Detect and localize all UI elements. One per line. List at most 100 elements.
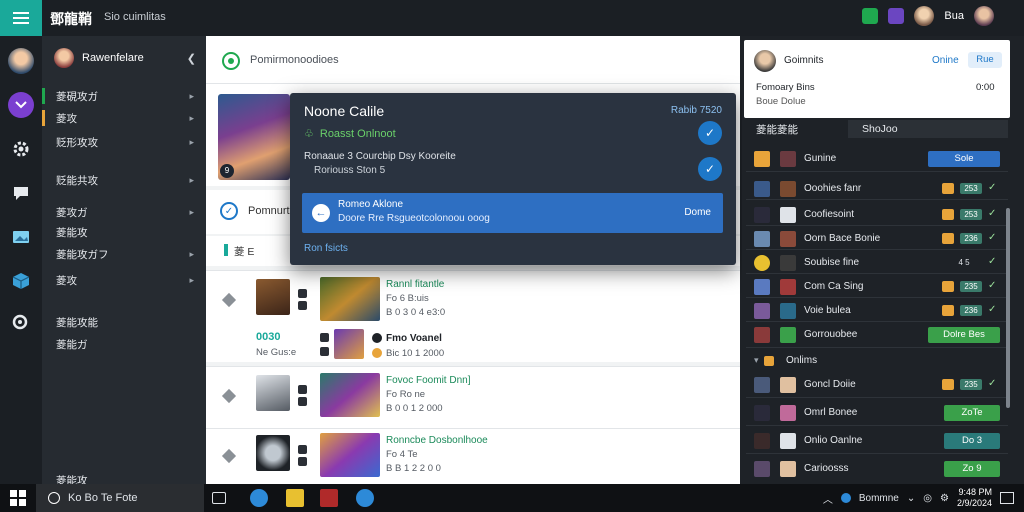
friend-row[interactable]: Carioosss Zo 9: [746, 456, 1008, 482]
top-right-actions: Bua: [862, 6, 994, 26]
whatsapp-icon[interactable]: ◎: [923, 493, 932, 504]
row-image: [320, 277, 380, 321]
section-header[interactable]: ▾ Onlims: [746, 350, 1008, 372]
friend-row[interactable]: Onlio Oanlne Do 3: [746, 428, 1008, 454]
sidebar-item-label: 菱攻ガ: [56, 206, 88, 219]
card-sub[interactable]: Boue Dolue: [756, 96, 806, 107]
sidebar-item-10[interactable]: 菱能ガ: [42, 334, 206, 354]
sidebar-item-label: 菱硯攻ガ: [56, 90, 98, 103]
sidebar-item-label: 菱能ガ: [56, 338, 88, 351]
user-name[interactable]: Bua: [944, 10, 964, 22]
tab-friends[interactable]: 菱能菱能: [756, 122, 798, 137]
game-icon[interactable]: [862, 8, 879, 24]
row-small-icon: [298, 397, 307, 406]
friend-avatar: [754, 405, 770, 421]
chevron-right-icon: ▸: [189, 274, 194, 285]
confirm-check-button[interactable]: ✓: [698, 157, 722, 181]
friend-row[interactable]: Coofiesoint 253 ✓: [746, 204, 1008, 226]
profile-avatar[interactable]: [974, 6, 994, 26]
user-avatar[interactable]: [914, 6, 935, 26]
popup-footer[interactable]: Ron fsicts: [304, 243, 348, 254]
network-icon[interactable]: [840, 493, 851, 503]
panel-scrollbar[interactable]: [1006, 208, 1010, 408]
search-icon[interactable]: [8, 310, 34, 336]
sidebar-item-9[interactable]: 菱能攻能: [42, 312, 206, 332]
friend-name: Ooohies fanr: [804, 183, 862, 194]
friend-avatar: [780, 207, 796, 223]
list-item[interactable]: Fovoc Foomit Dnn] Fo Ro ne B 0 0 1 2 000: [206, 366, 740, 428]
rail-chevron-icon[interactable]: [8, 92, 34, 118]
search-placeholder: Ko Bo Te Fote: [68, 492, 138, 504]
sidebar-item-7[interactable]: 菱能攻ガフ ▸: [42, 244, 206, 264]
sidebar-item-2[interactable]: 菱攻 ▸: [42, 108, 206, 128]
app-subtitle: Sio cuimlitas: [104, 11, 166, 23]
friend-avatar: [754, 327, 770, 343]
friend-row[interactable]: Goncl Doiie 235 ✓: [746, 372, 1008, 398]
friend-row[interactable]: Voie bulea 236 ✓: [746, 300, 1008, 322]
rail-avatar[interactable]: [8, 48, 34, 74]
friend-action-button[interactable]: Dolre Bes: [928, 327, 1000, 343]
sidebar-item-1[interactable]: 菱硯攻ガ ▸: [42, 86, 206, 106]
taskbar-search[interactable]: Ko Bo Te Fote: [36, 484, 204, 512]
sidebar-profile[interactable]: Rawenfelare: [54, 48, 144, 68]
friend-row[interactable]: Gunine Sole: [746, 148, 1008, 172]
friend-row[interactable]: Omrl Bonee ZoTe: [746, 400, 1008, 426]
main-header-text: Pomirmonoodioes: [250, 54, 339, 66]
chat-icon[interactable]: [8, 180, 34, 206]
card-button[interactable]: Rue: [968, 52, 1002, 68]
list-item[interactable]: Ronncbe Dosbonlhooe Fo 4 Te B B 1 2 2 0 …: [206, 428, 740, 484]
collapse-icon[interactable]: ❮: [187, 52, 196, 65]
box-icon[interactable]: [8, 268, 34, 294]
row-coin-icon: [372, 348, 382, 358]
friend-tag: 236: [960, 305, 982, 316]
gold-icon: [942, 183, 954, 194]
chevron-right-icon: ▸: [189, 90, 194, 101]
friend-row[interactable]: Com Ca Sing 235 ✓: [746, 276, 1008, 298]
file-explorer-icon[interactable]: [286, 489, 304, 507]
tab-shop[interactable]: ShoJoo: [848, 120, 1008, 138]
settings-icon[interactable]: ⚙: [940, 493, 949, 504]
settings-gear-icon[interactable]: [8, 136, 34, 162]
sidebar-item-6[interactable]: 菱能攻: [42, 222, 206, 242]
game-app-icon[interactable]: [320, 489, 338, 507]
gold-icon: [942, 233, 954, 244]
friend-row[interactable]: Soubise fine 4 5 ✓: [746, 252, 1008, 274]
notification-icon[interactable]: [1000, 492, 1014, 504]
accept-check-button[interactable]: ✓: [698, 121, 722, 145]
friend-row[interactable]: Gorrouobee Dolre Bes: [746, 324, 1008, 348]
tab-label[interactable]: 菱 E: [234, 244, 254, 259]
popup-tag: Rabib 7520: [670, 105, 722, 116]
card-status: Onine: [932, 55, 959, 66]
row-small-icon: [298, 289, 307, 298]
sidebar-item-8[interactable]: 菱攻 ▸: [42, 270, 206, 290]
card-avatar[interactable]: [754, 50, 776, 72]
row-title: Fovoc Foomit Dnn]: [386, 375, 471, 386]
task-view-icon[interactable]: [212, 492, 226, 504]
hamburger-menu-button[interactable]: [0, 0, 42, 36]
chevron-down-icon[interactable]: ⌄: [907, 493, 915, 504]
game-invite-popup[interactable]: Noone Calile Rabib 7520 ♧ Roasst Onlnoot…: [290, 93, 736, 265]
hero-badge: 9: [220, 164, 234, 178]
popup-banner[interactable]: ← Romeo Aklone Doore Rre Rsgueotcolonoou…: [302, 193, 723, 233]
banner-action[interactable]: Dome: [684, 207, 711, 218]
app-title: 鄧龍鞘: [50, 11, 92, 27]
friend-action-button[interactable]: Sole: [928, 151, 1000, 167]
clock[interactable]: 9:48 PM 2/9/2024: [957, 487, 992, 509]
active-marker: [42, 88, 45, 104]
sidebar-item-4[interactable]: 贬能共攻 ▸: [42, 170, 206, 190]
sidebar-item-5[interactable]: 菱攻ガ ▸: [42, 202, 206, 222]
tray-label[interactable]: Bommne: [859, 493, 899, 504]
friend-row[interactable]: Ooohies fanr 253 ✓: [746, 178, 1008, 200]
list-item[interactable]: Rannl fitantle Fo 6 B:uis B 0 3 0 4 e3:0…: [206, 270, 740, 362]
image-icon[interactable]: [8, 224, 34, 250]
chevron-up-icon[interactable]: ︿: [823, 491, 833, 506]
puzzle-icon[interactable]: [888, 8, 905, 24]
client-app-icon[interactable]: [356, 489, 374, 507]
friend-row[interactable]: Oorn Bace Bonie 236 ✓: [746, 228, 1008, 250]
windows-start-icon[interactable]: [10, 490, 26, 506]
friend-name: Goncl Doiie: [804, 379, 856, 390]
search-icon: [48, 492, 60, 504]
edge-browser-icon[interactable]: [250, 489, 268, 507]
friend-tag: 236: [960, 233, 982, 244]
sidebar-item-3[interactable]: 贬形攻攻 ▸: [42, 132, 206, 152]
